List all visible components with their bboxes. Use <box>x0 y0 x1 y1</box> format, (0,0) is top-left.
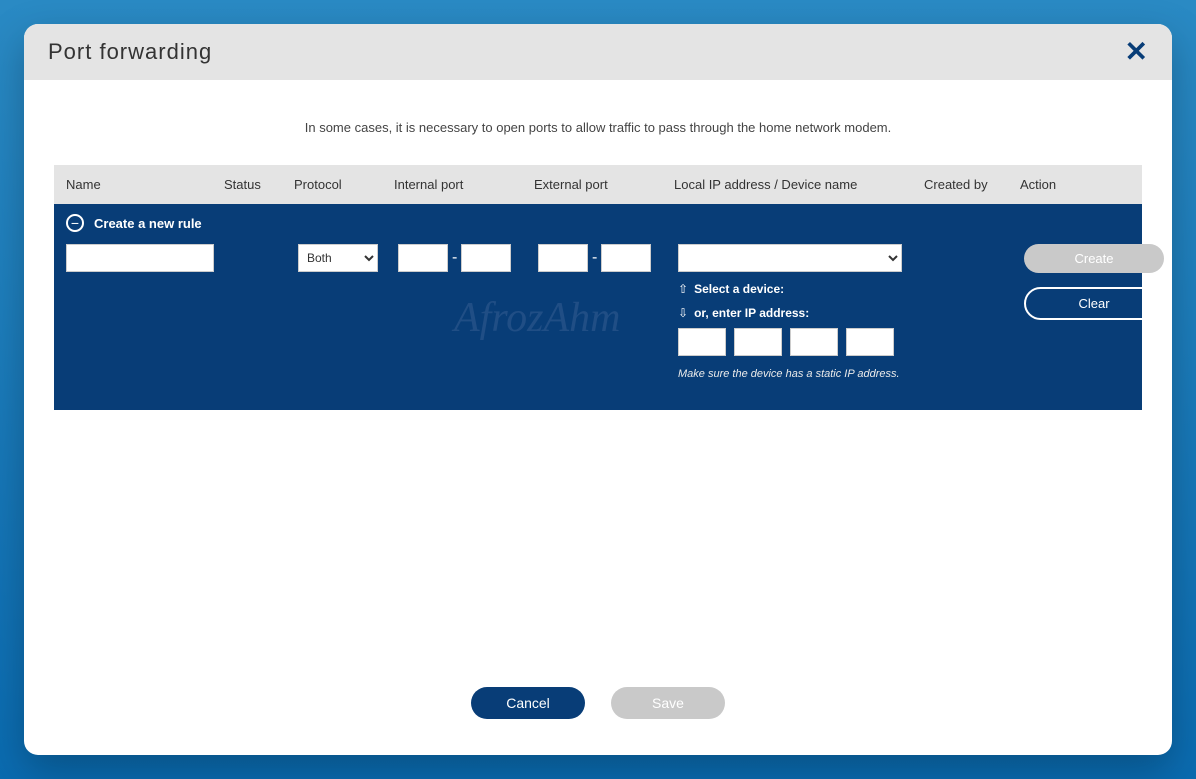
enter-ip-helper: ⇩ or, enter IP address: <box>678 306 920 320</box>
device-select[interactable] <box>678 244 902 272</box>
rule-name-input[interactable] <box>66 244 214 272</box>
internal-port-from-input[interactable] <box>398 244 448 272</box>
table-header: Name Status Protocol Internal port Exter… <box>54 165 1142 204</box>
static-ip-note: Make sure the device has a static IP add… <box>678 368 920 380</box>
modal-header: Port forwarding ✕ <box>24 24 1172 80</box>
col-header-action: Action <box>1020 177 1120 192</box>
col-header-protocol: Protocol <box>294 177 394 192</box>
col-header-local-ip: Local IP address / Device name <box>674 177 924 192</box>
up-arrow-icon: ⇧ <box>678 282 688 296</box>
down-arrow-icon: ⇩ <box>678 306 688 320</box>
save-button[interactable]: Save <box>611 687 725 719</box>
ip-octet-3-input[interactable] <box>790 328 838 356</box>
rule-title: Create a new rule <box>94 216 202 231</box>
external-port-to-input[interactable] <box>601 244 651 272</box>
collapse-icon[interactable]: − <box>66 214 84 232</box>
create-button[interactable]: Create <box>1024 244 1164 273</box>
page-title: Port forwarding <box>48 39 212 65</box>
col-header-external-port: External port <box>534 177 674 192</box>
select-device-helper: ⇧ Select a device: <box>678 282 920 296</box>
rule-form-row: Both - - <box>54 240 1142 410</box>
external-port-from-input[interactable] <box>538 244 588 272</box>
col-header-created-by: Created by <box>924 177 1020 192</box>
close-icon[interactable]: ✕ <box>1125 38 1148 66</box>
table-body: AfrozAhm − Create a new rule Both <box>54 204 1142 410</box>
ip-octet-2-input[interactable] <box>734 328 782 356</box>
modal-body: In some cases, it is necessary to open p… <box>24 80 1172 657</box>
ip-octet-1-input[interactable] <box>678 328 726 356</box>
intro-text: In some cases, it is necessary to open p… <box>54 120 1142 135</box>
port-range-dash: - <box>592 249 597 267</box>
modal-footer: Cancel Save <box>24 657 1172 755</box>
col-header-status: Status <box>224 177 294 192</box>
port-forwarding-modal: Port forwarding ✕ In some cases, it is n… <box>24 24 1172 755</box>
ip-input-row <box>678 328 920 356</box>
col-header-internal-port: Internal port <box>394 177 534 192</box>
rules-table: Name Status Protocol Internal port Exter… <box>54 165 1142 410</box>
internal-port-to-input[interactable] <box>461 244 511 272</box>
port-range-dash: - <box>452 249 457 267</box>
cancel-button[interactable]: Cancel <box>471 687 585 719</box>
protocol-select[interactable]: Both <box>298 244 378 272</box>
clear-button[interactable]: Clear <box>1024 287 1164 320</box>
ip-octet-4-input[interactable] <box>846 328 894 356</box>
rule-header-row: − Create a new rule <box>54 204 1142 240</box>
col-header-name: Name <box>54 177 224 192</box>
